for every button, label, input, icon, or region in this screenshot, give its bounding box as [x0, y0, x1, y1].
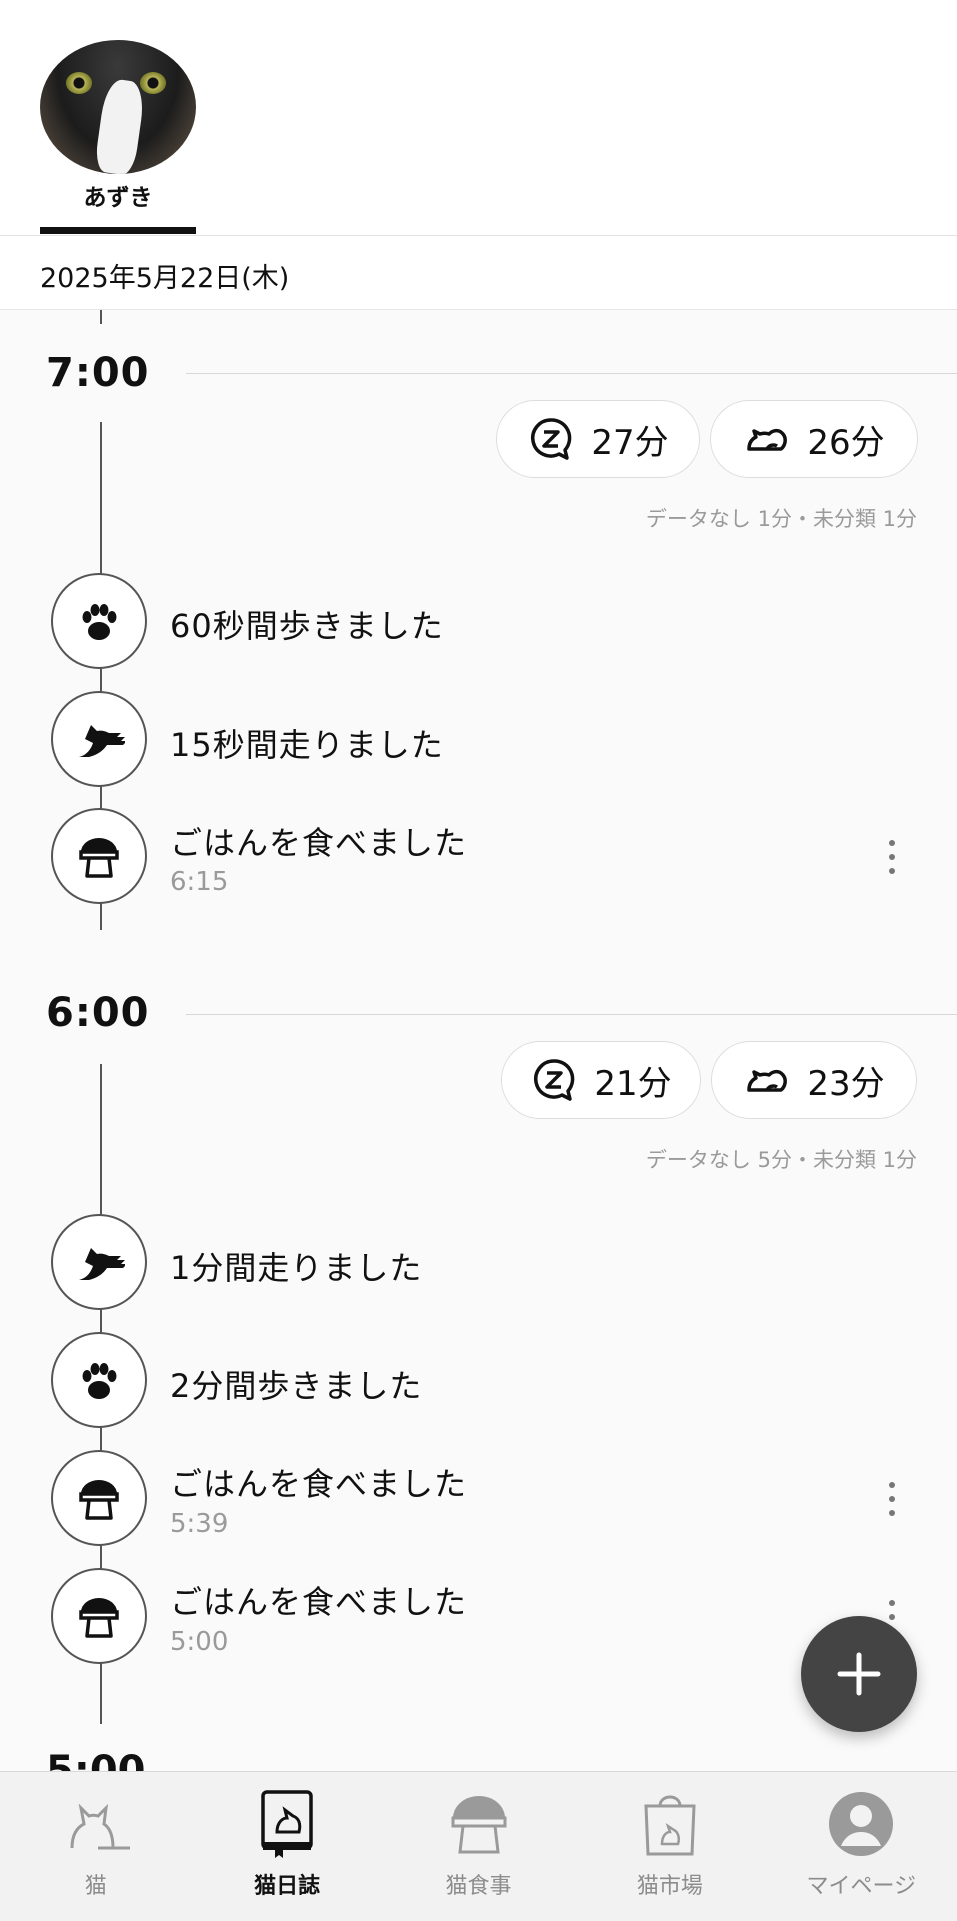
cat-avatar[interactable] [40, 40, 196, 174]
tab-label: 猫 [84, 1874, 107, 1899]
food-bowl-icon [51, 1450, 147, 1546]
event-time: 6:15 [170, 867, 229, 897]
event-time: 5:39 [170, 1509, 229, 1539]
tab-label: 猫日誌 [254, 1874, 321, 1899]
paw-icon [51, 573, 147, 669]
event-text: 1分間走りました [170, 1249, 423, 1287]
data-summary: データなし 1分・未分類 1分 [645, 507, 917, 531]
date-bar: 2025年5月22日(木) [0, 236, 957, 310]
event-text: ごはんを食べました [170, 824, 468, 862]
rest-summary-pill[interactable]: 23分 [711, 1041, 917, 1119]
paw-icon [51, 1332, 147, 1428]
rest-duration: 23分 [807, 1063, 885, 1104]
tab-diary[interactable]: 猫日誌 [191, 1772, 382, 1921]
sleep-duration: 21分 [594, 1063, 672, 1104]
tab-market[interactable]: 猫市場 [574, 1772, 765, 1921]
sleep-summary-pill[interactable]: 21分 [501, 1041, 701, 1119]
timeline-rail [100, 310, 102, 324]
user-icon [829, 1792, 894, 1856]
sleep-summary-pill[interactable]: 27分 [496, 400, 700, 478]
tab-label: 猫市場 [636, 1874, 703, 1899]
rest-summary-pill[interactable]: 26分 [710, 400, 918, 478]
hour-divider [186, 1014, 957, 1015]
hour-label: 7:00 [46, 350, 150, 396]
diary-icon [261, 1790, 313, 1858]
event-time: 5:00 [170, 1627, 229, 1657]
more-options-icon[interactable] [889, 1482, 895, 1516]
bottom-tab-bar: 猫 猫日誌 猫食事 猫市場 マイページ [0, 1771, 957, 1921]
food-bowl-icon [51, 808, 147, 904]
tab-label: 猫食事 [445, 1874, 512, 1899]
data-summary: データなし 5分・未分類 1分 [645, 1148, 917, 1172]
tab-label: マイページ [806, 1874, 917, 1899]
plus-icon [837, 1652, 881, 1696]
running-cat-icon [51, 691, 147, 787]
cat-name[interactable]: あずき [40, 178, 196, 212]
tab-mypage[interactable]: マイページ [766, 1772, 957, 1921]
hour-label: 6:00 [46, 990, 150, 1036]
tab-cat[interactable]: 猫 [0, 1772, 191, 1921]
selected-cat-indicator [40, 227, 196, 234]
running-cat-icon [51, 1214, 147, 1310]
tab-food[interactable]: 猫食事 [383, 1772, 574, 1921]
resting-cat-icon [747, 428, 788, 451]
sleep-icon [531, 418, 572, 460]
hour-divider [186, 373, 957, 374]
more-options-icon[interactable] [889, 840, 895, 874]
event-text: 2分間歩きました [170, 1367, 423, 1405]
date-label: 2025年5月22日(木) [40, 263, 290, 294]
food-bowl-icon [51, 1568, 147, 1664]
event-text: ごはんを食べました [170, 1583, 468, 1621]
header: あずき [0, 0, 957, 236]
sleep-icon [534, 1059, 575, 1101]
add-button[interactable] [801, 1616, 917, 1732]
resting-cat-icon [747, 1069, 788, 1092]
cat-icon [70, 1803, 130, 1850]
rest-duration: 26分 [807, 422, 885, 463]
food-bowl-icon [451, 1796, 507, 1854]
event-text: 15秒間走りました [170, 726, 444, 764]
sleep-duration: 27分 [591, 422, 669, 463]
event-text: ごはんを食べました [170, 1465, 468, 1503]
event-text: 60秒間歩きました [170, 607, 444, 645]
shopping-bag-icon [644, 1795, 696, 1856]
